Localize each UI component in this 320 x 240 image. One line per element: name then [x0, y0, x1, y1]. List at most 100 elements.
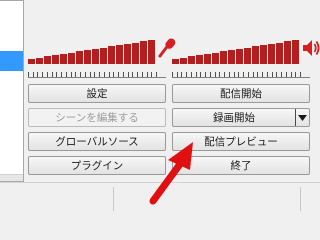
meter-tick	[85, 72, 86, 77]
meter-bar	[132, 42, 139, 64]
meter-tick	[267, 72, 268, 77]
meter-bar	[260, 45, 267, 64]
meter-tick	[253, 72, 254, 77]
edit-scene-button[interactable]: シーンを編集する	[28, 108, 166, 127]
meter-tick	[28, 72, 29, 77]
meter-bar	[268, 43, 275, 64]
meter-tick	[156, 72, 157, 77]
meter-tick	[147, 72, 148, 77]
meter-bar	[124, 43, 131, 64]
meter-bar	[108, 46, 115, 64]
meter-bar	[252, 46, 259, 64]
meter-bar	[148, 40, 155, 64]
status-separator	[300, 187, 301, 211]
meter-tick	[128, 72, 129, 77]
meter-tick	[210, 72, 211, 77]
meter-tick	[80, 72, 81, 77]
meter-tick	[219, 72, 220, 77]
meter-tick	[286, 72, 287, 77]
meter-bar	[212, 52, 219, 64]
scene-list[interactable]	[0, 0, 24, 182]
meter-tick	[295, 72, 296, 77]
meter-tick	[276, 72, 277, 77]
plugins-button[interactable]: プラグイン	[28, 156, 166, 175]
meter-bar	[236, 48, 243, 64]
meter-bar	[60, 53, 67, 64]
meter-tick	[123, 72, 124, 77]
meter-tick	[99, 72, 100, 77]
meter-tick	[205, 72, 206, 77]
meter-tick	[151, 72, 152, 77]
meter-tick	[42, 72, 43, 77]
meter-tick	[61, 72, 62, 77]
meter-tick	[181, 72, 182, 77]
meter-tick	[118, 72, 119, 77]
recording-options-dropdown[interactable]	[295, 109, 309, 126]
meter-tick	[47, 72, 48, 77]
meter-bar	[172, 59, 179, 64]
meter-tick	[229, 72, 230, 77]
meter-tick	[238, 72, 239, 77]
meter-tick	[300, 72, 301, 77]
meter-bar	[92, 48, 99, 64]
chevron-down-icon	[298, 114, 307, 121]
meter-tick	[104, 72, 105, 77]
microphone-volume-meter	[28, 36, 176, 64]
meter-tick	[191, 72, 192, 77]
meter-tick	[137, 72, 138, 77]
meter-tick	[52, 72, 53, 77]
meter-tick	[234, 72, 235, 77]
meter-tick	[172, 72, 173, 77]
meter-tick	[75, 72, 76, 77]
meter-tick	[109, 72, 110, 77]
speaker-icon[interactable]	[302, 38, 320, 58]
meter-bar	[116, 45, 123, 64]
meter-tick	[281, 72, 282, 77]
meter-tick	[37, 72, 38, 77]
settings-button[interactable]: 設定	[28, 84, 166, 103]
stream-preview-button[interactable]: 配信プレビュー	[172, 132, 310, 151]
scene-list-selected-item[interactable]	[0, 51, 23, 71]
meter-bar	[228, 50, 235, 64]
meter-bar	[76, 51, 83, 64]
start-streaming-button[interactable]: 配信開始	[172, 84, 310, 103]
desktop-audio-meter-scale	[172, 70, 310, 78]
start-recording-button[interactable]: 録画開始	[172, 108, 310, 127]
meter-tick	[71, 72, 72, 77]
meter-bar	[292, 40, 299, 64]
start-recording-label: 録画開始	[213, 112, 255, 124]
meter-bar	[276, 42, 283, 64]
meter-bar	[284, 41, 291, 64]
meter-bar	[28, 59, 35, 64]
meter-tick	[243, 72, 244, 77]
global-sources-button[interactable]: グローバルソース	[28, 132, 166, 151]
meter-tick	[142, 72, 143, 77]
meter-tick	[132, 72, 133, 77]
scene-list-horizontal-scrollbar[interactable]	[0, 174, 23, 181]
meter-tick	[291, 72, 292, 77]
meter-tick	[224, 72, 225, 77]
meter-bar	[196, 55, 203, 64]
meter-tick	[215, 72, 216, 77]
meter-bar	[220, 51, 227, 64]
exit-button[interactable]: 終了	[172, 156, 310, 175]
meter-bar	[100, 47, 107, 64]
status-separator	[113, 187, 114, 211]
meter-tick	[90, 72, 91, 77]
meter-bar	[140, 41, 147, 64]
meter-bar	[188, 56, 195, 64]
desktop-audio-volume-meter	[172, 36, 320, 64]
meter-bar	[180, 57, 187, 64]
meter-tick	[186, 72, 187, 77]
meter-tick	[113, 72, 114, 77]
meter-bar	[36, 57, 43, 64]
meter-tick	[33, 72, 34, 77]
status-bar	[0, 182, 320, 213]
meter-bar	[204, 53, 211, 64]
meter-tick	[262, 72, 263, 77]
meter-tick	[272, 72, 273, 77]
meter-bar	[68, 52, 75, 64]
meter-bar	[52, 55, 59, 64]
meter-tick	[177, 72, 178, 77]
meter-tick	[196, 72, 197, 77]
